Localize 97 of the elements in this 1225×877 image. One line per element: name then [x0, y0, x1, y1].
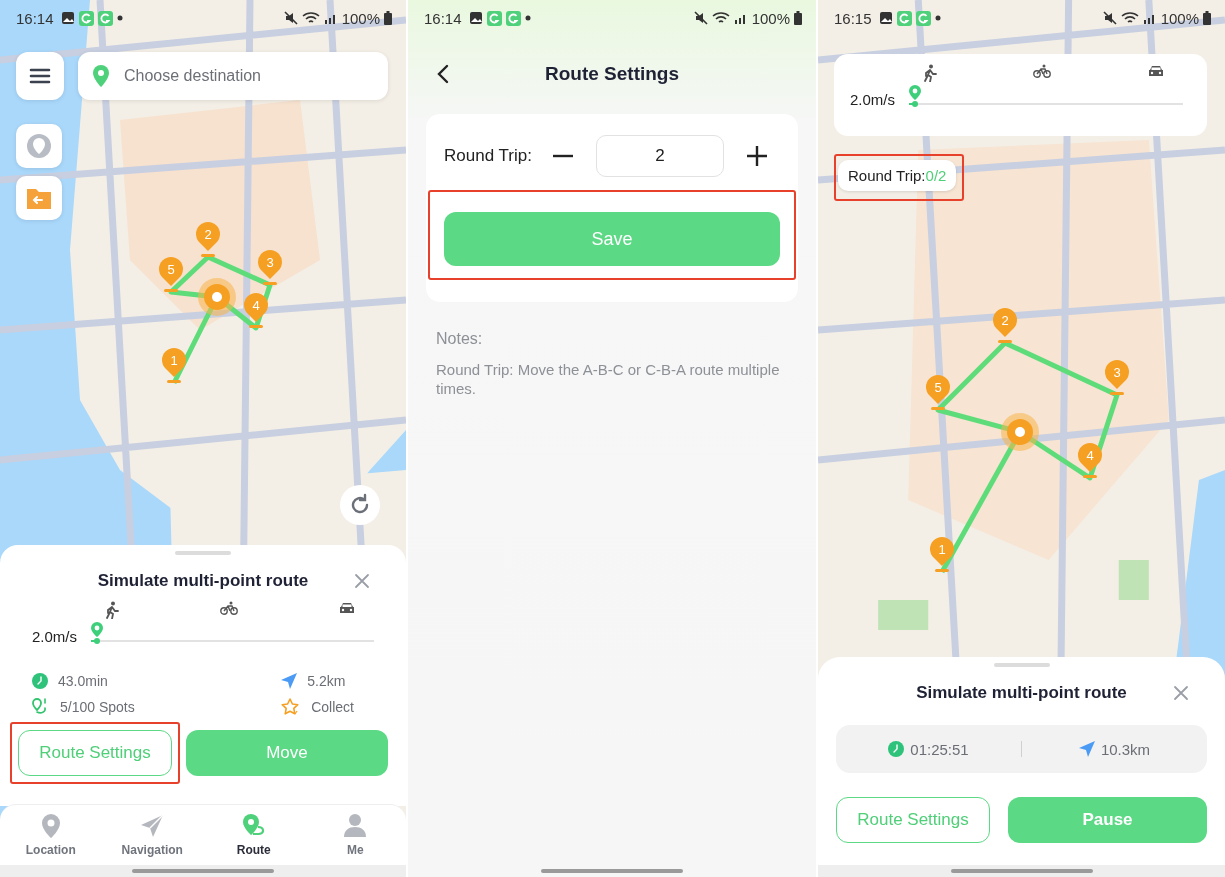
clock-time: 16:14	[424, 9, 462, 27]
back-icon[interactable]	[436, 64, 450, 84]
tab[interactable]: Navigation	[101, 805, 203, 865]
tab[interactable]: Location	[0, 805, 102, 865]
battery-percentage: 100%	[341, 9, 380, 27]
tab-label: Navigation	[121, 843, 183, 857]
stat-value: 5/100 Spots	[60, 699, 135, 715]
car-icon[interactable]	[338, 601, 356, 615]
gallery-icon	[468, 11, 483, 25]
tab-label: Route	[236, 843, 271, 857]
import-button[interactable]	[16, 176, 62, 220]
app-badge-icon	[505, 10, 521, 26]
search-field[interactable]: Choose destination	[78, 52, 388, 100]
car-icon[interactable]	[1147, 64, 1165, 78]
bicycle-icon[interactable]	[219, 601, 238, 615]
pause-button[interactable]: Pause	[1008, 797, 1207, 843]
map-pin[interactable]: 2	[194, 221, 222, 257]
move-button[interactable]: Move	[186, 730, 388, 776]
battery-percentage: 100%	[1160, 9, 1199, 27]
round-trip-field[interactable]: 2	[596, 135, 724, 177]
battery-icon	[1203, 11, 1211, 25]
wifi-icon	[711, 11, 730, 25]
slider-thumb[interactable]	[907, 85, 922, 107]
location-pin-icon	[39, 813, 62, 839]
map-pin[interactable]: 4	[242, 292, 270, 328]
walking-person-icon[interactable]	[105, 601, 119, 619]
minus-icon	[553, 154, 573, 158]
notification-dot-icon	[116, 15, 123, 21]
location-pin-icon	[92, 65, 110, 87]
tab-label: Location	[25, 843, 76, 857]
route-settings-button[interactable]: Route Settings	[18, 730, 172, 776]
wifi-icon	[1120, 11, 1139, 25]
menu-button[interactable]	[16, 52, 64, 100]
notification-dot-icon	[934, 15, 941, 21]
stat-value: 43.0min	[58, 673, 108, 689]
drag-handle[interactable]	[993, 663, 1050, 667]
collect-link[interactable]: Collect	[311, 699, 354, 715]
close-icon[interactable]	[354, 573, 370, 589]
person-icon	[343, 813, 368, 839]
bicycle-icon[interactable]	[1033, 64, 1051, 78]
map-pin[interactable]: 4	[1076, 442, 1104, 478]
signal-icon	[733, 12, 748, 24]
map-pin[interactable]: 5	[157, 256, 185, 292]
plus-icon	[747, 146, 767, 166]
close-icon[interactable]	[1173, 685, 1189, 701]
drag-handle[interactable]	[175, 551, 231, 555]
route-settings-button[interactable]: Route Settings	[836, 797, 990, 843]
location-marker-icon	[197, 277, 237, 317]
signal-icon	[323, 12, 338, 24]
map-pin[interactable]: 3	[1103, 359, 1131, 395]
map-pin[interactable]: 3	[256, 249, 284, 285]
mute-icon	[283, 11, 298, 25]
sheet-title: Simulate multi-point route	[916, 683, 1127, 703]
wifi-icon	[301, 11, 320, 25]
locate-button[interactable]	[16, 124, 62, 168]
signal-icon	[1142, 12, 1157, 24]
mute-icon	[1102, 11, 1117, 25]
save-button[interactable]: Save	[444, 212, 780, 266]
paper-plane-icon	[139, 813, 166, 839]
page-title: Route Settings	[544, 63, 680, 85]
navigation-arrow-icon	[281, 673, 298, 689]
stat-value: 5.2km	[307, 673, 346, 689]
star-icon[interactable]	[281, 698, 302, 716]
map-pin[interactable]: 2	[991, 307, 1019, 343]
round-trip-label: Round Trip:	[848, 167, 926, 184]
slider-thumb[interactable]	[89, 622, 104, 644]
mute-icon	[693, 11, 708, 25]
notes-heading: Notes:	[436, 330, 484, 348]
speed-slider[interactable]	[91, 621, 374, 645]
walking-person-icon[interactable]	[923, 64, 937, 82]
notes-text: Round Trip: Move the A-B-C or C-B-A route multiple times.	[436, 360, 781, 398]
notification-dot-icon	[524, 15, 531, 21]
battery-percentage: 100%	[751, 9, 790, 27]
tab[interactable]: Me	[304, 805, 406, 865]
round-trip-label: Round Trip:	[444, 146, 533, 166]
distance-value: 10.3km	[1100, 740, 1151, 758]
speed-value: 2.0m/s	[850, 91, 895, 110]
clock-time: 16:14	[16, 9, 54, 27]
map-pin[interactable]: 1	[928, 536, 956, 572]
map-pin[interactable]: 5	[924, 374, 952, 410]
round-trip-count: 0/2	[925, 167, 947, 184]
tab[interactable]: Route	[203, 805, 305, 865]
location-marker-icon	[1000, 412, 1040, 452]
speed-slider[interactable]	[909, 84, 1183, 108]
location-pin-icon[interactable]	[25, 132, 53, 160]
clock-icon	[32, 673, 48, 689]
clock-icon	[888, 741, 905, 757]
navigation-arrow-icon	[1078, 741, 1095, 757]
tab-label: Me	[346, 843, 364, 857]
clock-time: 16:15	[834, 9, 872, 27]
sheet-title: Simulate multi-point route	[97, 571, 309, 591]
elapsed-time: 01:25:51	[910, 740, 969, 758]
battery-icon	[384, 11, 392, 25]
app-badge-icon	[486, 10, 502, 26]
speed-value: 2.0m/s	[32, 628, 77, 647]
battery-icon	[794, 11, 802, 25]
map-pin[interactable]: 1	[160, 347, 188, 383]
